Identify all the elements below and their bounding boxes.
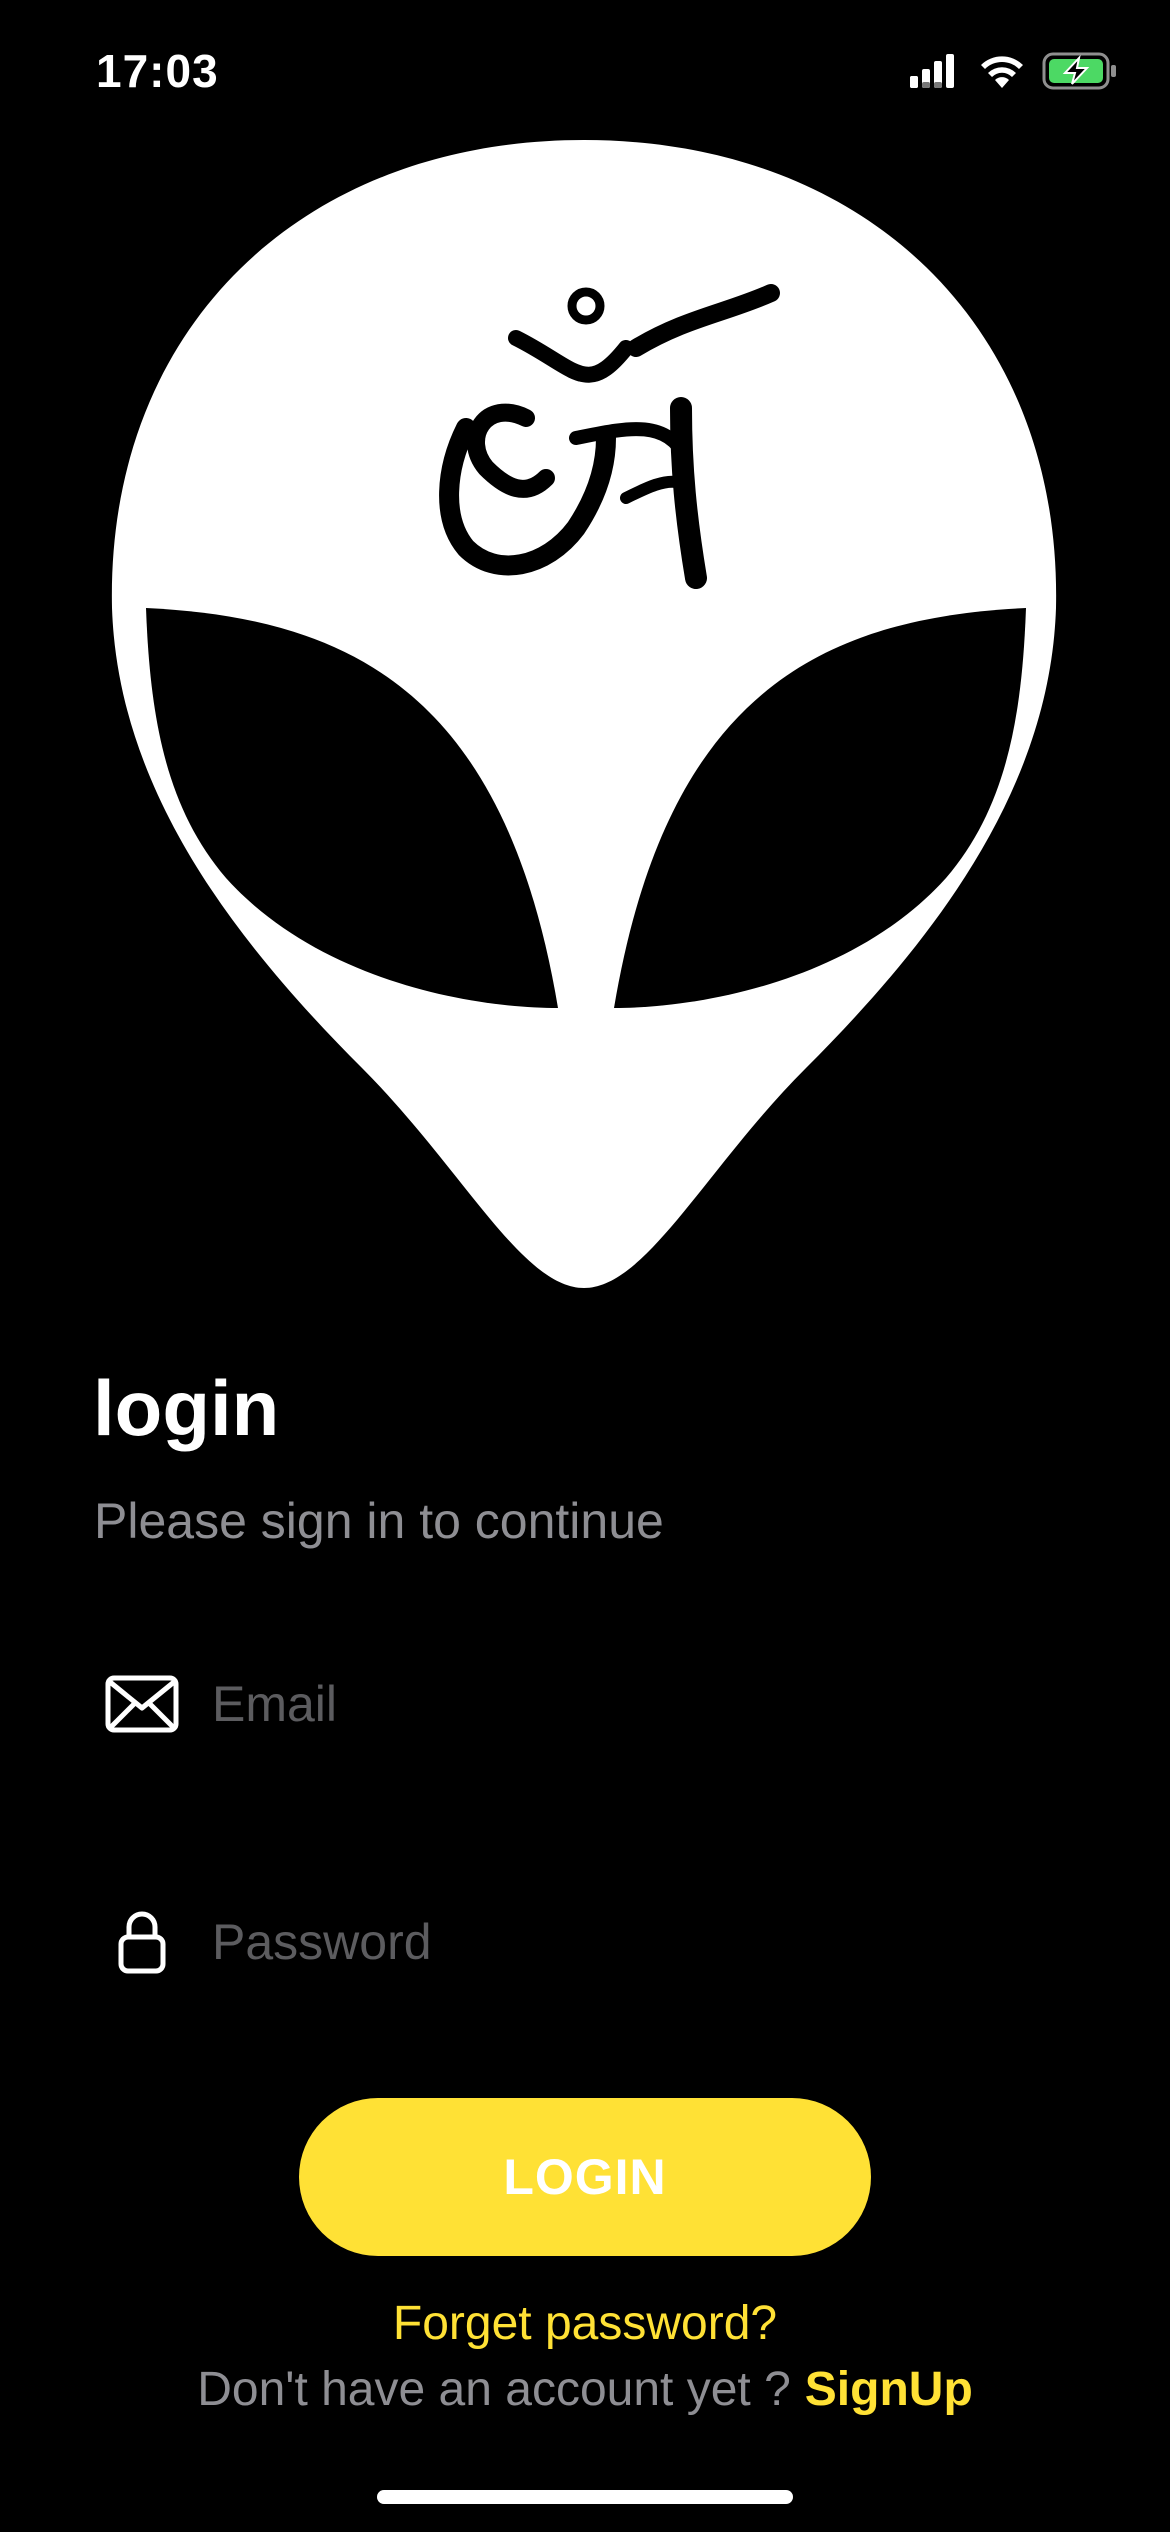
wifi-icon	[978, 52, 1026, 95]
page-subtitle: Please sign in to continue	[94, 1493, 664, 1549]
battery-charging-icon	[1042, 51, 1118, 96]
status-bar: 17:03	[0, 0, 1170, 150]
alien-head-om-logo	[111, 140, 1057, 1288]
cellular-signal-icon	[910, 52, 962, 95]
signup-prompt: Don't have an account yet ?	[197, 2363, 791, 2416]
email-field-row	[96, 1644, 1076, 1764]
status-icons	[910, 50, 1118, 96]
password-input[interactable]	[212, 1892, 1076, 1992]
password-field-row	[96, 1882, 1076, 2002]
app-logo	[106, 138, 1062, 1290]
signup-link[interactable]: SignUp	[805, 2363, 973, 2416]
page-title: login	[93, 1364, 280, 1452]
forgot-password-link[interactable]: Forget password?	[0, 2296, 1170, 2351]
status-time: 17:03	[96, 45, 219, 97]
lock-icon	[96, 1896, 188, 1988]
home-indicator[interactable]	[377, 2490, 793, 2504]
signup-line: Don't have an account yet ? SignUp	[0, 2362, 1170, 2417]
email-input[interactable]	[212, 1654, 1076, 1754]
envelope-icon	[96, 1658, 188, 1750]
login-button[interactable]: LOGIN	[299, 2098, 871, 2256]
